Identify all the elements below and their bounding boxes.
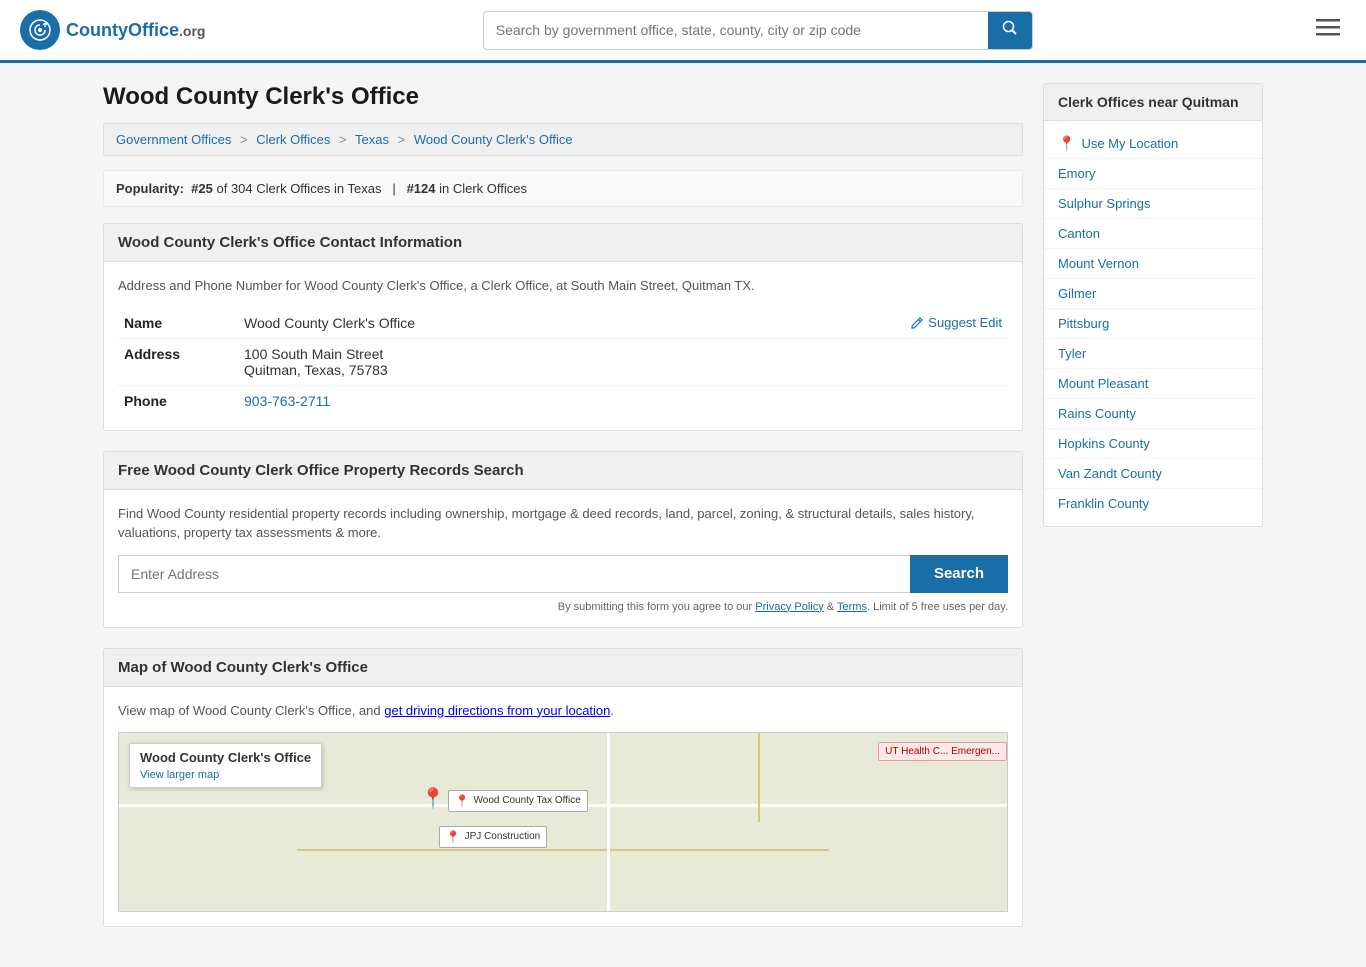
main-container: Wood County Clerk's Office Government Of… [83, 63, 1283, 967]
contact-section-body: Address and Phone Number for Wood County… [104, 262, 1022, 430]
map-label-jpj: 📍 JPJ Construction [439, 826, 548, 848]
phone-value: 903-763-2711 [238, 385, 1008, 416]
logo-area: CountyOffice.org [20, 10, 205, 50]
main-map-pin: 📍 [421, 786, 446, 811]
use-my-location-link[interactable]: 📍 Use My Location [1044, 129, 1262, 159]
contact-description: Address and Phone Number for Wood County… [118, 276, 1008, 296]
address-label: Address [118, 338, 238, 385]
terms-link[interactable]: Terms [837, 601, 867, 613]
sidebar-link-franklin-county[interactable]: Franklin County [1044, 489, 1262, 518]
address-line1: 100 South Main Street [244, 346, 1002, 362]
edit-icon [910, 316, 924, 330]
global-search-input[interactable] [484, 14, 988, 46]
phone-label: Phone [118, 385, 238, 416]
contact-phone-row: Phone 903-763-2711 [118, 385, 1008, 416]
sidebar-link-pittsburg[interactable]: Pittsburg [1044, 309, 1262, 339]
popularity-rank: #25 [191, 181, 213, 196]
breadcrumb-sep-2: > [339, 132, 347, 147]
logo-icon [20, 10, 60, 50]
popularity-category-text: in Clerk Offices [439, 181, 527, 196]
road-h2 [297, 849, 830, 851]
popularity-label: Popularity: [116, 181, 184, 196]
page-title: Wood County Clerk's Office [103, 83, 1023, 111]
sidebar-link-hopkins-county[interactable]: Hopkins County [1044, 429, 1262, 459]
location-pin-icon: 📍 [1058, 135, 1075, 152]
breadcrumb-texas[interactable]: Texas [355, 132, 389, 147]
logo-text: CountyOffice.org [66, 20, 205, 41]
sidebar-link-van-zandt-county[interactable]: Van Zandt County [1044, 459, 1262, 489]
map-section: Map of Wood County Clerk's Office View m… [103, 648, 1023, 928]
map-overlay-card: Wood County Clerk's Office View larger m… [129, 743, 322, 788]
privacy-policy-link[interactable]: Privacy Policy [755, 601, 823, 613]
sidebar-link-canton[interactable]: Canton [1044, 219, 1262, 249]
property-search-header: Free Wood County Clerk Office Property R… [104, 452, 1022, 490]
name-value: Wood County Clerk's Office Suggest Edit [238, 308, 1008, 339]
map-background: 📍 📍 Wood County Tax Office 📍 JPJ Constru… [119, 733, 1007, 911]
office-name: Wood County Clerk's Office [244, 315, 415, 331]
map-overlay-title: Wood County Clerk's Office [140, 750, 311, 765]
breadcrumb-clerk-offices[interactable]: Clerk Offices [256, 132, 330, 147]
hamburger-menu[interactable] [1310, 11, 1346, 49]
property-search-button[interactable]: Search [910, 555, 1008, 593]
property-search-body: Find Wood County residential property re… [104, 490, 1022, 627]
map-section-header: Map of Wood County Clerk's Office [104, 649, 1022, 687]
breadcrumb-sep-3: > [398, 132, 406, 147]
driving-directions-link[interactable]: get driving directions from your locatio… [384, 703, 610, 718]
suggest-edit-link[interactable]: Suggest Edit [910, 315, 1002, 330]
global-search-button[interactable] [988, 12, 1032, 49]
breadcrumb-gov-offices[interactable]: Government Offices [116, 132, 231, 147]
contact-section: Wood County Clerk's Office Contact Infor… [103, 223, 1023, 431]
road-v1 [607, 733, 610, 911]
map-section-body: View map of Wood County Clerk's Office, … [104, 687, 1022, 927]
sidebar-link-gilmer[interactable]: Gilmer [1044, 279, 1262, 309]
sidebar-link-mount-pleasant[interactable]: Mount Pleasant [1044, 369, 1262, 399]
property-search-form: Search [118, 555, 1008, 593]
breadcrumb-sep-1: > [240, 132, 248, 147]
address-value: 100 South Main Street Quitman, Texas, 75… [238, 338, 1008, 385]
map-description: View map of Wood County Clerk's Office, … [118, 701, 1008, 721]
map-label-ut: UT Health C... Emergen... [878, 742, 1007, 761]
property-description: Find Wood County residential property re… [118, 504, 1008, 543]
sidebar-link-mount-vernon[interactable]: Mount Vernon [1044, 249, 1262, 279]
address-input[interactable] [118, 555, 910, 593]
map-placeholder: 📍 📍 Wood County Tax Office 📍 JPJ Constru… [118, 732, 1008, 912]
popularity-bar: Popularity: #25 of 304 Clerk Offices in … [103, 170, 1023, 207]
sidebar-link-emory[interactable]: Emory [1044, 159, 1262, 189]
form-disclaimer: By submitting this form you agree to our… [118, 601, 1008, 613]
phone-link[interactable]: 903-763-2711 [244, 393, 330, 409]
breadcrumb: Government Offices > Clerk Offices > Tex… [103, 123, 1023, 156]
contact-address-row: Address 100 South Main Street Quitman, T… [118, 338, 1008, 385]
breadcrumb-current[interactable]: Wood County Clerk's Office [414, 132, 573, 147]
sidebar-link-rains-county[interactable]: Rains County [1044, 399, 1262, 429]
contact-table: Name Wood County Clerk's Office Suggest … [118, 308, 1008, 416]
sidebar-list: 📍 Use My Location Emory Sulphur Springs … [1044, 121, 1262, 526]
road-v2 [758, 733, 760, 822]
popularity-national-rank: #124 [407, 181, 436, 196]
popularity-total-text: of 304 Clerk Offices in [216, 181, 347, 196]
name-label: Name [118, 308, 238, 339]
address-line2: Quitman, Texas, 75783 [244, 362, 1002, 378]
sidebar-link-sulphur-springs[interactable]: Sulphur Springs [1044, 189, 1262, 219]
content-area: Wood County Clerk's Office Government Of… [103, 83, 1023, 947]
global-search-bar [483, 11, 1033, 50]
map-larger-link[interactable]: View larger map [140, 769, 219, 781]
header: CountyOffice.org [0, 0, 1366, 63]
contact-name-row: Name Wood County Clerk's Office Suggest … [118, 308, 1008, 339]
property-search-section: Free Wood County Clerk Office Property R… [103, 451, 1023, 628]
map-label-tax: 📍 Wood County Tax Office [448, 790, 588, 812]
sidebar: Clerk Offices near Quitman 📍 Use My Loca… [1043, 83, 1263, 947]
sidebar-link-tyler[interactable]: Tyler [1044, 339, 1262, 369]
sidebar-card: Clerk Offices near Quitman 📍 Use My Loca… [1043, 83, 1263, 527]
sidebar-title: Clerk Offices near Quitman [1044, 84, 1262, 121]
contact-section-header: Wood County Clerk's Office Contact Infor… [104, 224, 1022, 262]
